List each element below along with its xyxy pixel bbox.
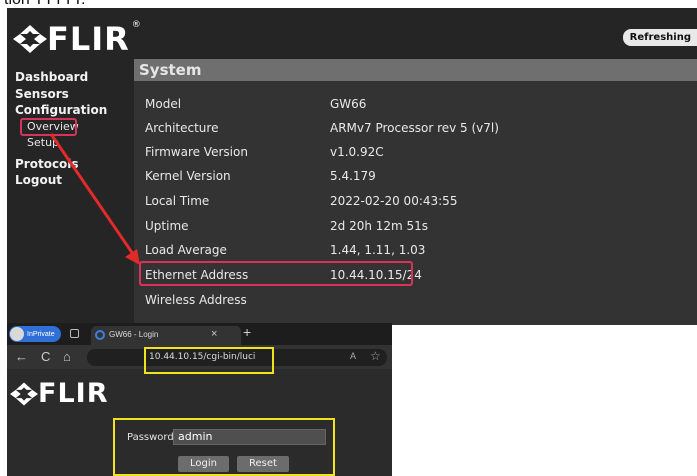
inprivate-badge[interactable]: InPrivate [9, 326, 61, 342]
browser-login-panel: InPrivate GW66 - Login × + ← C ⌂ 10.44.1… [7, 323, 392, 476]
browser-tab-bar: InPrivate GW66 - Login × + [7, 323, 392, 345]
read-aloud-icon[interactable]: A [350, 351, 356, 361]
flir-system-overview-panel: FLIR ® Refreshing Dashboard Sensors Conf… [7, 8, 697, 325]
inprivate-label: InPrivate [27, 330, 55, 338]
refresh-icon[interactable]: C [41, 349, 50, 364]
loading-favicon-icon [95, 330, 105, 340]
annotation-arrow-line [49, 133, 137, 258]
login-highlight-box [113, 418, 335, 476]
new-tab-icon[interactable]: + [243, 324, 251, 340]
annotation-arrow-layer [49, 133, 140, 265]
home-icon[interactable]: ⌂ [63, 349, 71, 364]
back-arrow-icon[interactable]: ← [15, 349, 28, 364]
address-highlight-box [144, 347, 274, 374]
profile-avatar [10, 327, 24, 341]
flir-logo-login: FLIR [10, 378, 109, 409]
flir-logo-text: FLIR [38, 378, 109, 409]
browser-tab[interactable]: GW66 - Login × [91, 326, 241, 345]
flir-emblem-icon [10, 381, 38, 406]
tab-title: GW66 - Login [109, 330, 159, 339]
favorite-star-icon[interactable]: ☆ [370, 349, 381, 363]
tab-actions-icon[interactable] [70, 329, 79, 338]
close-tab-icon[interactable]: × [211, 328, 217, 340]
